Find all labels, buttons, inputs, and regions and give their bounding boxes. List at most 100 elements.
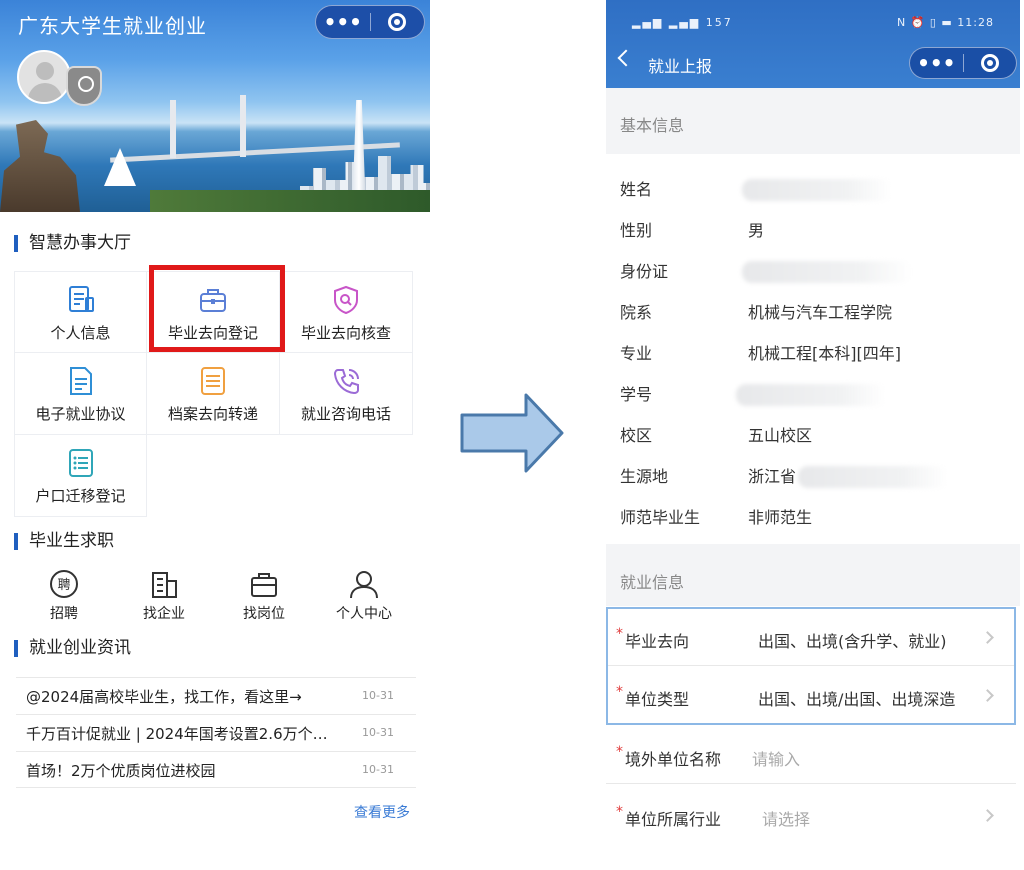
right-arrow-icon [460,393,564,473]
redacted-value [736,384,886,406]
field-origin: 生源地 浙江省 [606,453,1020,494]
jobs-title: 毕业生求职 [14,533,114,550]
page-title: 就业上报 [648,57,713,76]
news-date: 10-31 [362,689,394,702]
field-label: 专业 [620,344,653,363]
service-graduation-check[interactable]: 毕业去向核查 [280,271,413,353]
more-icon[interactable]: ••• [316,7,370,37]
news-item[interactable]: 首场！2万个优质岗位进校园 10-31 [16,751,416,788]
field-overseas-unit-name[interactable]: * 境外单位名称 请输入 [606,726,1016,784]
svg-text:聘: 聘 [57,578,70,593]
service-consult-phone[interactable]: 就业咨询电话 [280,353,413,435]
field-label: 师范毕业生 [620,508,701,527]
close-miniapp-icon[interactable] [370,13,424,31]
news-date: 10-31 [362,726,394,739]
redacted-value [742,261,912,283]
field-label: 院系 [620,303,653,322]
miniapp-capsule: ••• [909,47,1017,79]
shield-search-icon [334,285,358,315]
field-name: 姓名 [606,166,1020,207]
field-id-card: 身份证 [606,248,1020,289]
field-label: 单位所属行业 [625,810,722,829]
hall-title: 智慧办事大厅 [14,235,131,252]
phone-icon [333,369,359,395]
job-label: 找岗位 [243,606,285,622]
briefcase-icon [251,573,277,597]
highlight-box [149,265,285,352]
field-value: 非师范生 [748,508,813,527]
shoreline [150,190,430,212]
archive-icon [201,367,225,395]
field-label: 境外单位名称 [625,750,722,769]
document-icon [68,286,94,312]
field-value: 男 [748,221,765,240]
sailboat [104,148,136,186]
left-app-screen: 广东大学生就业创业 ••• 智慧办事大厅 个人信息 毕业去向登记 毕业去向核查 … [0,0,430,870]
news-date: 10-31 [362,763,394,776]
job-label: 个人中心 [336,606,392,622]
field-student-id: 学号 [606,371,1020,412]
service-label: 个人信息 [50,324,111,342]
field-label: 学号 [620,385,653,404]
field-gender: 性别 男 [606,207,1020,248]
person-icon [350,571,378,599]
signal-status: ▂▄▆ ▂▄▆ 157 [632,16,733,29]
field-value: 机械工程[本科][四年] [748,344,901,363]
field-value: 五山校区 [748,426,813,445]
status-bar: ▂▄▆ ▂▄▆ 157 N ⏰ ▯ ▬ 11:28 [606,14,1020,34]
service-label: 档案去向转递 [167,405,258,423]
list-icon [68,449,93,477]
contract-icon [69,367,92,395]
field-label: 身份证 [620,262,669,281]
field-value: 机械与汽车工程学院 [748,303,893,322]
bridge-pylon [240,95,246,157]
field-normal-graduate: 师范毕业生 非师范生 [606,494,1020,535]
right-app-screen: ▂▄▆ ▂▄▆ 157 N ⏰ ▯ ▬ 11:28 就业上报 ••• 基本信息 … [606,0,1020,870]
service-archive-transfer[interactable]: 档案去向转递 [147,353,280,435]
field-major: 专业 机械工程[本科][四年] [606,330,1020,371]
news-title: 就业创业资讯 [14,640,131,657]
bridge-pylon [170,100,176,158]
news-item[interactable]: 千万百计促就业 | 2024年国考设置2.6万个… 10-31 [16,714,416,751]
redacted-value [798,466,948,488]
service-label: 毕业去向核查 [300,324,391,342]
field-label: 校区 [620,426,653,445]
app-title: 广东大学生就业创业 [18,14,207,38]
back-icon[interactable] [617,49,635,67]
basic-info-card: 姓名 性别 男 身份证 院系 机械与汽车工程学院 专业 机械工程[本科][四年]… [606,154,1020,544]
view-more-link[interactable]: 查看更多 [354,802,410,822]
building-icon [152,572,177,598]
avatar[interactable] [17,50,71,104]
banner-image: 广东大学生就业创业 ••• [0,0,430,212]
news-item[interactable]: @2024届高校毕业生，找工作，看这里→ 10-31 [16,677,416,714]
news-text: @2024届高校毕业生，找工作，看这里→ [26,688,302,706]
service-household-registration[interactable]: 户口迁移登记 [14,435,147,517]
service-e-agreement[interactable]: 电子就业协议 [14,353,147,435]
job-label: 找企业 [143,606,185,622]
field-label: 性别 [620,221,653,240]
miniapp-capsule: ••• [315,5,425,39]
news-text: 首场！2万个优质岗位进校园 [26,762,216,780]
service-personal-info[interactable]: 个人信息 [14,271,147,353]
basic-info-title: 基本信息 [620,116,685,135]
service-label: 就业咨询电话 [300,405,391,423]
time-status: N ⏰ ▯ ▬ 11:28 [896,16,994,29]
field-label: 生源地 [620,467,669,486]
required-mark: * [616,804,623,820]
goat-sculpture [0,120,80,212]
redacted-value [742,179,892,201]
header-bar: ▂▄▆ ▂▄▆ 157 N ⏰ ▯ ▬ 11:28 就业上报 ••• [606,0,1020,88]
service-label: 户口迁移登记 [35,487,126,505]
close-miniapp-icon[interactable] [963,54,1016,72]
focus-outline [606,607,1016,725]
field-unit-industry[interactable]: * 单位所属行业 请选择 [606,786,1016,844]
overseas-unit-input[interactable]: 请输入 [752,746,800,770]
recruit-icon: 聘 [50,570,78,598]
industry-select[interactable]: 请选择 [762,806,810,830]
service-label: 电子就业协议 [35,405,126,423]
more-icon[interactable]: ••• [910,48,963,78]
verification-badge-icon [66,66,102,106]
field-label: 姓名 [620,180,653,199]
field-campus: 校区 五山校区 [606,412,1020,453]
field-department: 院系 机械与汽车工程学院 [606,289,1020,330]
